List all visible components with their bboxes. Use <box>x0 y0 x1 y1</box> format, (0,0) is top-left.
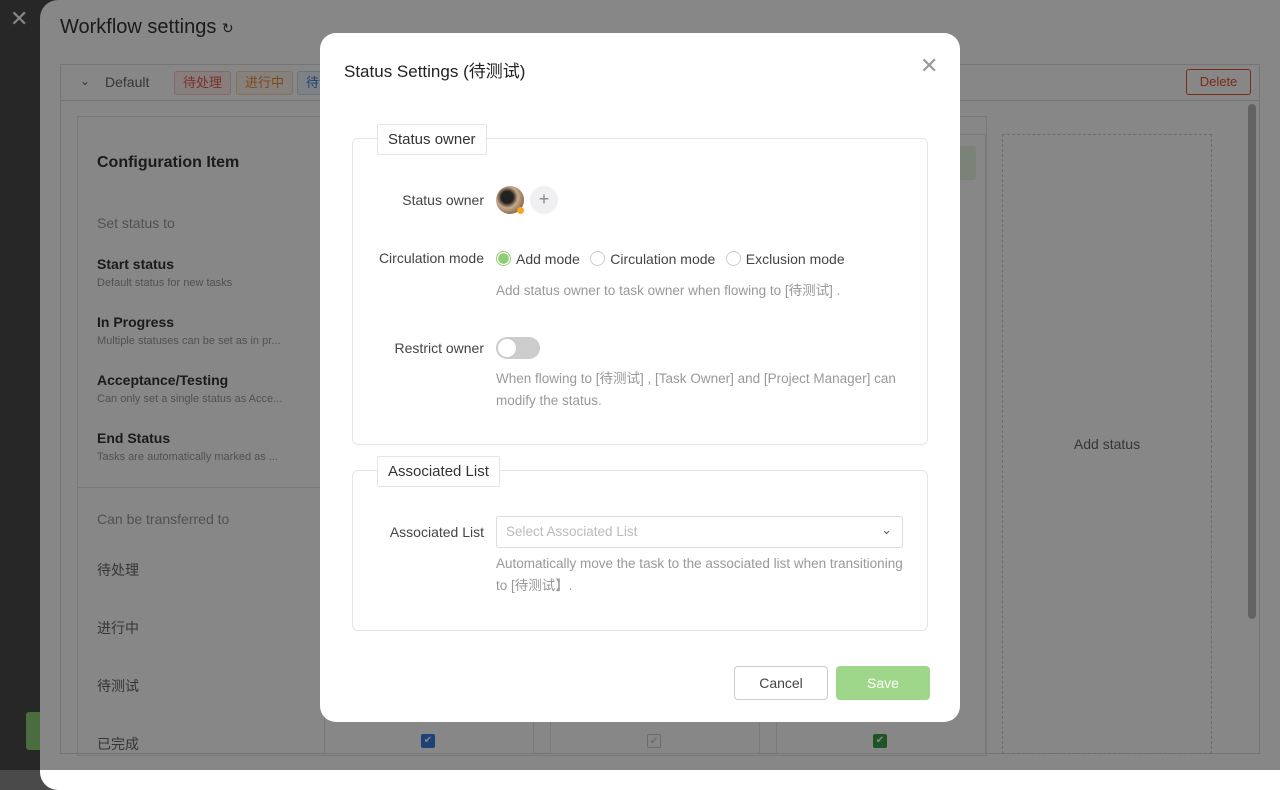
status-dot <box>517 207 524 214</box>
cancel-button[interactable]: Cancel <box>734 666 828 700</box>
restrict-label: Restrict owner <box>394 340 484 356</box>
radio-icon <box>725 251 741 266</box>
status-settings-dialog: Status Settings (待测试) ✕ Status owner Sta… <box>320 33 960 722</box>
chevron-down-icon: ⌄ <box>881 522 892 537</box>
associated-label: Associated List <box>389 524 484 540</box>
associated-section <box>352 470 928 631</box>
radio-add-mode[interactable]: Add mode <box>496 251 580 267</box>
close-icon[interactable]: ✕ <box>920 53 938 79</box>
associated-hint: Automatically move the task to the assoc… <box>496 556 903 593</box>
add-owner-button[interactable]: + <box>530 186 558 214</box>
dialog-title: Status Settings (待测试) <box>344 62 526 81</box>
restrict-owner-toggle[interactable] <box>496 337 540 359</box>
owner-label: Status owner <box>402 192 484 208</box>
radio-exclusion-mode[interactable]: Exclusion mode <box>725 251 845 267</box>
owner-section-title: Status owner <box>377 124 487 155</box>
radio-icon <box>590 251 606 266</box>
radio-label: Circulation mode <box>610 251 716 267</box>
mode-label: Circulation mode <box>378 250 484 266</box>
associated-list-select[interactable]: Select Associated List ⌄ <box>496 516 903 548</box>
associated-section-title: Associated List <box>377 456 500 487</box>
mode-radio-group: Add mode Circulation mode Exclusion mode <box>496 251 851 269</box>
mode-hint: Add status owner to task owner when flow… <box>496 283 841 298</box>
save-button[interactable]: Save <box>836 666 930 700</box>
radio-selected-icon <box>496 251 511 266</box>
radio-circulation-mode[interactable]: Circulation mode <box>590 251 715 267</box>
radio-label: Add mode <box>516 251 580 267</box>
restrict-hint: When flowing to [待测试] , [Task Owner] and… <box>496 371 896 408</box>
select-placeholder: Select Associated List <box>506 524 638 539</box>
radio-label: Exclusion mode <box>745 251 845 267</box>
